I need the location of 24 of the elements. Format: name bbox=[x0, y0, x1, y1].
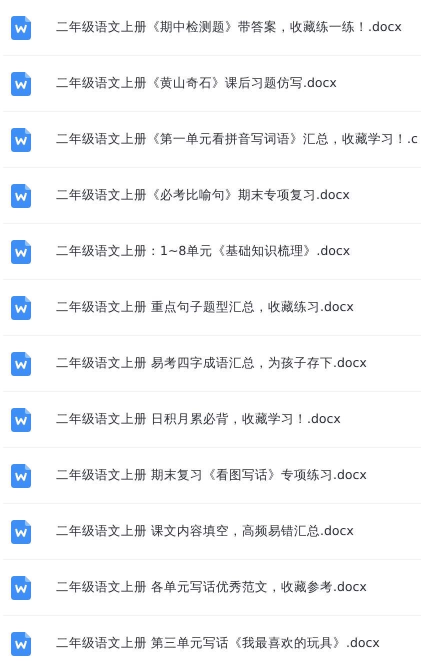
file-name[interactable]: 二年级语文上册《必考比喻句》期末专项复习.docx bbox=[56, 187, 350, 204]
word-document-icon bbox=[11, 352, 31, 376]
word-document-icon bbox=[11, 408, 31, 432]
file-name[interactable]: 二年级语文上册 日积月累必背，收藏学习！.docx bbox=[56, 411, 341, 428]
word-document-icon bbox=[11, 576, 31, 600]
file-name[interactable]: 二年级语文上册 期末复习《看图写话》专项练习.docx bbox=[56, 467, 367, 484]
file-name[interactable]: 二年级语文上册《第一单元看拼音写词语》汇总，收藏学习！.c bbox=[56, 131, 418, 148]
word-document-icon bbox=[11, 464, 31, 488]
word-document-icon bbox=[11, 16, 31, 40]
word-document-icon bbox=[11, 128, 31, 152]
file-name[interactable]: 二年级语文上册 各单元写话优秀范文，收藏参考.docx bbox=[56, 579, 367, 596]
file-name[interactable]: 二年级语文上册 易考四字成语汇总，为孩子存下.docx bbox=[56, 355, 367, 372]
file-name[interactable]: 二年级语文上册《期中检测题》带答案，收藏练一练！.docx bbox=[56, 19, 402, 36]
word-document-icon bbox=[11, 240, 31, 264]
word-document-icon bbox=[11, 72, 31, 96]
file-name[interactable]: 二年级语文上册 重点句子题型汇总，收藏练习.docx bbox=[56, 299, 354, 316]
word-document-icon bbox=[11, 520, 31, 544]
word-document-icon bbox=[11, 296, 31, 320]
file-name[interactable]: 二年级语文上册《黄山奇石》课后习题仿写.docx bbox=[56, 75, 337, 92]
file-name[interactable]: 二年级语文上册：1~8单元《基础知识梳理》.docx bbox=[56, 243, 350, 260]
word-document-icon bbox=[11, 632, 31, 656]
file-name[interactable]: 二年级语文上册 第三单元写话《我最喜欢的玩具》.docx bbox=[56, 635, 380, 652]
word-document-icon bbox=[11, 184, 31, 208]
file-name[interactable]: 二年级语文上册 课文内容填空，高频易错汇总.docx bbox=[56, 523, 354, 540]
